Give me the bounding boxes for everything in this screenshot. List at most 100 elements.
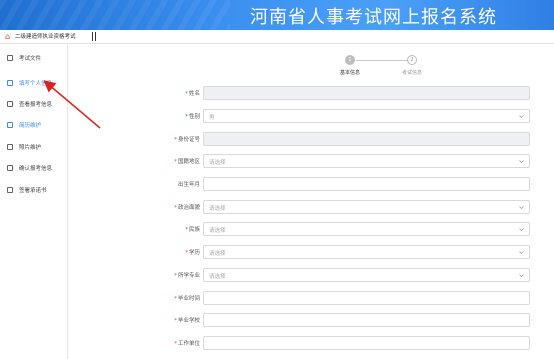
form-row: *性别 男: [140, 109, 530, 123]
chevron-down-icon: [519, 228, 524, 231]
required-marker: *: [174, 137, 177, 143]
document-icon: [7, 55, 13, 61]
field-label-text: 所学专业: [177, 273, 200, 279]
text-input: [203, 86, 530, 100]
sidebar-item-label: 填写个人信息: [19, 81, 53, 87]
chevron-down-icon: [519, 160, 524, 163]
form-row: *姓名: [140, 86, 530, 100]
step-2: 2 考试信息: [392, 55, 432, 76]
home-icon[interactable]: ⌂: [5, 33, 13, 41]
step-indicator: 1 基本信息 2 考试信息: [330, 55, 450, 79]
field-label: *毕业学校: [174, 316, 200, 324]
form-row: *工作单位: [140, 336, 530, 350]
form-row: *国籍地区 请选择: [140, 154, 530, 168]
field-value: 请选择: [209, 160, 226, 166]
top-bar: ⌂ 二级建造师执业资格考试: [0, 30, 554, 44]
form-row: *身份证号: [140, 132, 530, 146]
required-marker: *: [185, 91, 188, 97]
sidebar-item-6[interactable]: 确认报考信息: [0, 161, 68, 175]
required-marker: *: [174, 159, 177, 165]
field-label: *国籍地区: [174, 157, 200, 165]
select-field[interactable]: 请选择: [203, 154, 530, 168]
sidebar-item-4[interactable]: 简历维护: [0, 118, 68, 132]
field-value: 男: [209, 115, 215, 121]
field-label-text: 民族: [188, 227, 200, 233]
field-label-text: 性别: [188, 114, 200, 120]
select-field[interactable]: 请选择: [203, 268, 530, 282]
required-marker: *: [174, 205, 177, 211]
chevron-down-icon: [519, 274, 524, 277]
step-label: 基本信息: [339, 70, 360, 76]
sidebar-item-label: 考试文件: [19, 56, 42, 62]
field-label-text: 出生年月: [177, 182, 200, 188]
field-value: 请选择: [209, 228, 226, 234]
sidebar-item-3[interactable]: 查看报考信息: [0, 97, 68, 111]
chevron-down-icon: [519, 206, 524, 209]
sidebar-item-1[interactable]: 考试文件: [0, 51, 68, 65]
form-row: *毕业学校: [140, 313, 530, 327]
sidebar-item-5[interactable]: 照片维护: [0, 140, 68, 154]
step-number: 1: [345, 55, 355, 65]
photo-icon: [7, 144, 13, 150]
field-label: *姓名: [185, 89, 200, 97]
user-card-icon: [7, 80, 13, 86]
text-input: [203, 132, 530, 146]
field-label-text: 工作单位: [177, 341, 200, 347]
field-label: *身份证号: [174, 135, 200, 143]
form-row: 出生年月: [140, 177, 530, 191]
system-title: 河南省人事考试网上报名系统: [250, 7, 497, 28]
field-label-text: 政治面貌: [177, 205, 200, 211]
sidebar: 考试文件填写个人信息 查看报考信息 简历维护照片维护确认报考信息签署承诺书: [0, 45, 68, 359]
required-marker: *: [185, 114, 188, 120]
form-row: *民族 请选择: [140, 222, 530, 236]
exam-name: 二级建造师执业资格考试: [15, 34, 76, 40]
field-label-text: 身份证号: [177, 137, 200, 143]
sidebar-item-7[interactable]: 签署承诺书: [0, 183, 68, 197]
sidebar-item-label: 简历维护: [19, 123, 42, 129]
header-banner: 河南省人事考试网上报名系统: [0, 0, 554, 30]
select-field[interactable]: 请选择: [203, 200, 530, 214]
field-label: *性别: [185, 112, 200, 120]
required-marker: *: [174, 318, 177, 324]
field-label: *工作单位: [174, 339, 200, 347]
step-number: 2: [407, 55, 417, 65]
field-label-text: 国籍地区: [177, 159, 200, 165]
sign-icon: [7, 187, 13, 193]
field-value: 请选择: [209, 274, 226, 280]
chevron-down-icon: [519, 115, 524, 118]
field-label: 出生年月: [178, 180, 200, 188]
field-label-text: 学历: [188, 250, 200, 256]
field-label-text: 毕业时间: [177, 296, 200, 302]
field-label-text: 毕业学校: [177, 318, 200, 324]
form-row: *学历 请选择: [140, 245, 530, 259]
field-label: *毕业时间: [174, 294, 200, 302]
menu-toggle-icon[interactable]: [92, 32, 96, 41]
field-label: *所学专业: [174, 271, 200, 279]
select-field[interactable]: 请选择: [203, 222, 530, 236]
field-value: 请选择: [209, 206, 226, 212]
text-input[interactable]: [203, 291, 530, 305]
required-marker: *: [185, 227, 188, 233]
sidebar-item-label: 签署承诺书: [19, 188, 47, 194]
select-field[interactable]: 男: [203, 109, 530, 123]
resume-icon: [7, 122, 13, 128]
field-label-text: 姓名: [188, 91, 200, 97]
field-label: *学历: [185, 248, 200, 256]
form-row: *所学专业 请选择: [140, 268, 530, 282]
profile-icon: [7, 101, 13, 107]
field-label: *政治面貌: [174, 203, 200, 211]
required-marker: *: [174, 296, 177, 302]
sidebar-item-2[interactable]: 填写个人信息: [0, 76, 68, 90]
text-input[interactable]: [203, 336, 530, 350]
step-label: 考试信息: [401, 70, 422, 76]
sidebar-item-label: 照片维护: [19, 145, 42, 151]
required-marker: *: [174, 273, 177, 279]
required-marker: *: [185, 250, 188, 256]
field-label: *民族: [185, 225, 200, 233]
text-input[interactable]: [203, 313, 530, 327]
select-field[interactable]: 请选择: [203, 245, 530, 259]
required-marker: *: [174, 341, 177, 347]
text-input[interactable]: [203, 177, 530, 191]
step-1: 1 基本信息: [330, 55, 370, 76]
sidebar-item-label: 查看报考信息: [19, 102, 53, 108]
